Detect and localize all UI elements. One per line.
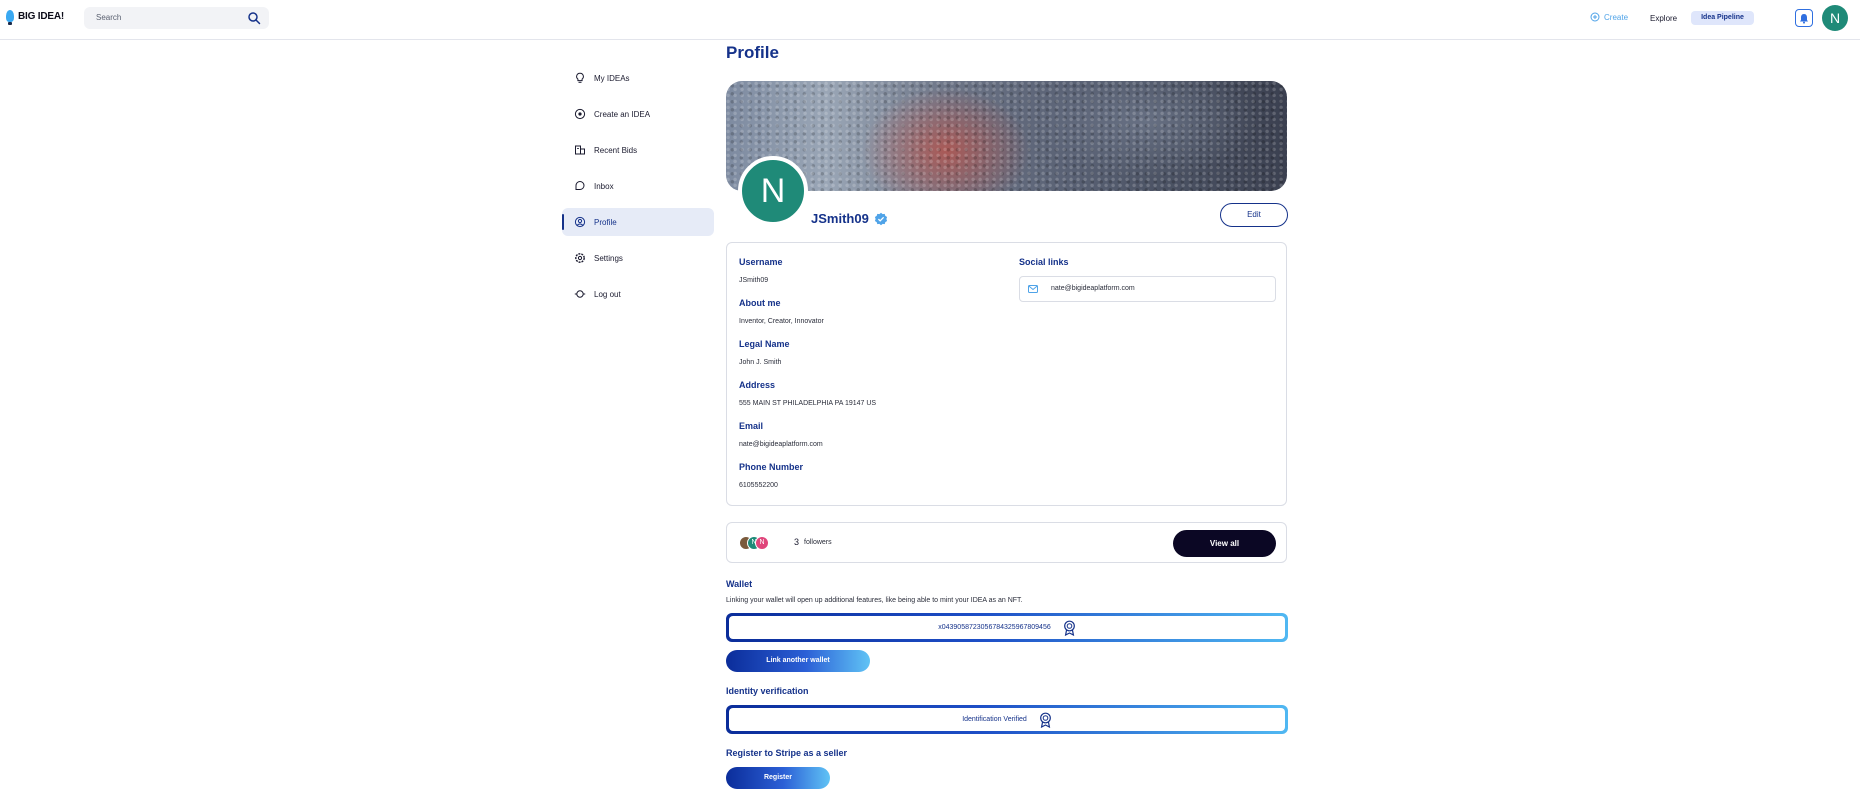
lightbulb-icon [576,72,584,83]
sidebar-item-inbox[interactable]: Inbox [562,172,714,200]
social-link-email-field[interactable]: nate@bigideaplatform.com [1019,276,1276,302]
email-value: nate@bigideaplatform.com [739,441,823,448]
search-icon[interactable] [247,11,261,25]
verified-badge-icon [874,212,887,225]
register-stripe-button[interactable]: Register [726,767,830,789]
identity-verification-title: Identity verification [726,686,809,696]
wallet-title: Wallet [726,579,753,589]
notifications-button[interactable] [1795,9,1813,27]
sidebar-item-label: Log out [594,289,621,299]
idea-pipeline-button[interactable]: Idea Pipeline [1691,11,1754,25]
edit-profile-button[interactable]: Edit [1220,203,1288,227]
sidebar-item-label: Create an IDEA [594,109,651,119]
legal-name-label: Legal Name [739,339,790,349]
phone-value: 6105552200 [739,482,778,489]
lightbulb-logo-icon [6,10,14,25]
address-value: 555 MAIN ST PHILADELPHIA PA 19147 US [739,400,877,407]
sidebar-item-logout[interactable]: Log out [562,280,714,308]
gear-icon [575,253,585,263]
create-label: Create [1604,12,1629,22]
follower-avatar: N [755,536,769,550]
wallet-address-box: x0439058723056784325967809456 [726,613,1288,642]
about-value: Inventor, Creator, Innovator [739,318,824,325]
search-placeholder: Search [96,13,122,22]
award-ribbon-icon [1039,712,1051,728]
username-label: Username [739,257,783,267]
mail-icon [1028,285,1038,293]
sidebar-item-label: Inbox [594,181,614,191]
user-avatar[interactable]: N [1822,5,1848,31]
plus-circle-icon [574,108,586,120]
email-label: Email [739,421,764,431]
sidebar-item-label: Recent Bids [594,145,638,155]
brand-logo[interactable]: BIG IDEA! [6,10,64,25]
address-label: Address [739,380,776,390]
wallet-address: x0439058723056784325967809456 [938,624,1051,631]
profile-banner-image [726,81,1287,191]
explore-link[interactable]: Explore [1650,14,1677,23]
identity-status-text: Identification Verified [962,716,1027,723]
identity-status-inner: Identification Verified [729,708,1285,731]
page-title: Profile [726,43,779,62]
search-input[interactable]: Search [84,7,269,29]
profile-handle: JSmith09 [811,211,888,226]
sidebar-item-settings[interactable]: Settings [562,244,714,272]
plus-circle-icon [1590,12,1600,22]
sidebar-item-recent-bids[interactable]: Recent Bids [562,136,714,164]
sidebar-item-my-ideas[interactable]: My IDEAs [562,64,714,92]
sidebar-item-create-idea[interactable]: Create an IDEA [562,100,714,128]
username-value: JSmith09 [739,277,769,284]
legal-name-value: John J. Smith [739,359,782,366]
logo-text: BIG IDEA! [18,10,64,22]
followers-count: 3 [794,537,800,547]
profile-info-card: Username JSmith09 About me Inventor, Cre… [726,242,1287,506]
create-link[interactable]: Create [1590,12,1628,22]
bell-icon [1800,13,1808,24]
about-label: About me [739,298,781,308]
sidebar-item-label: My IDEAs [594,73,630,83]
inbox-icon [575,181,585,190]
sidebar-item-label: Settings [594,253,623,263]
social-links-label: Social links [1019,257,1069,267]
followers-card: N N 3 followers View all [726,522,1287,563]
wallet-address-inner: x0439058723056784325967809456 [729,616,1285,639]
profile-avatar: N [738,156,808,226]
handle-text: JSmith09 [811,211,869,226]
sidebar-item-label: Profile [594,217,617,227]
top-navbar: BIG IDEA! Search Create Explore Idea Pip… [0,0,1860,40]
bids-icon [575,145,585,155]
phone-label: Phone Number [739,462,804,472]
award-ribbon-icon [1063,620,1075,636]
user-circle-icon [574,216,586,228]
banner-texture [726,81,1287,191]
social-link-email: nate@bigideaplatform.com [1051,285,1135,292]
wallet-description: Linking your wallet will open up additio… [726,597,1023,604]
followers-label: followers [804,539,832,546]
view-all-followers-button[interactable]: View all [1173,530,1276,557]
identity-status-box: Identification Verified [726,705,1288,734]
profile-sidebar: My IDEAs Create an IDEA Recent Bids Inbo… [562,64,714,316]
stripe-title: Register to Stripe as a seller [726,748,848,758]
sidebar-item-profile[interactable]: Profile [562,208,714,236]
link-another-wallet-button[interactable]: Link another wallet [726,650,870,672]
logout-icon [574,290,586,298]
